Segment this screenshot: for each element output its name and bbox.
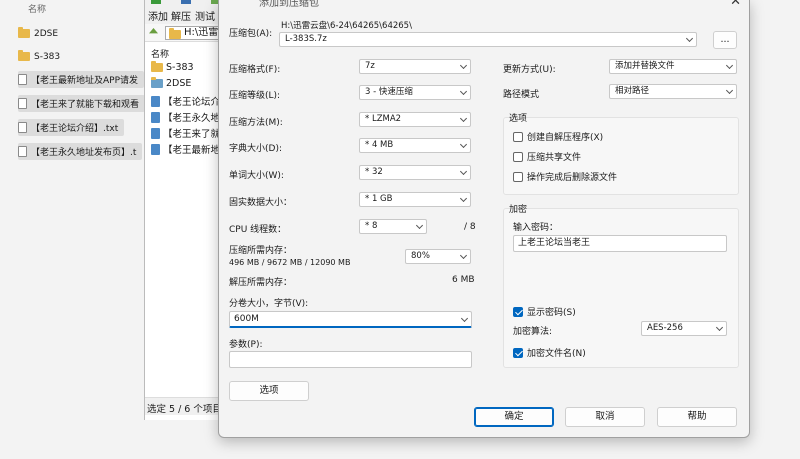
enc-method-label: 加密算法: [513,327,553,337]
list-item[interactable]: 【老王论坛介绍】.txt [18,119,125,136]
split-label: 分卷大小，字节(V): [229,299,309,309]
path-select[interactable]: 相对路径 [609,84,737,99]
path-label: 路径模式 [503,90,540,100]
mem-comp-detail: 496 MB / 9672 MB / 12090 MB [229,258,351,267]
update-label: 更新方式(U): [503,65,556,75]
folder-icon [18,27,30,38]
update-select[interactable]: 添加并替换文件 [609,59,737,74]
test-button[interactable]: 测试 [195,8,215,23]
chevron-down-icon [459,114,468,123]
browse-button[interactable]: ... [713,31,737,49]
options-group-title: 选项 [509,114,528,124]
document-icon [151,111,160,123]
mem-decomp-value: 6 MB [452,275,475,285]
list-item[interactable]: S-383 [151,61,194,73]
show-password-checkbox[interactable]: 显示密码(S) [513,305,576,318]
column-header-name[interactable]: 名称 [151,47,169,60]
mem-decomp-label: 解压所需内存： [229,278,293,288]
add-icon[interactable] [151,0,161,4]
document-icon [151,95,160,107]
cpu-label: CPU 线程数： [229,225,287,235]
add-button[interactable]: 添加 [148,8,168,23]
list-item[interactable]: 【老王论坛介 [151,94,220,108]
chevron-down-icon [459,167,468,176]
dict-label: 字典大小(D): [229,144,282,154]
list-item[interactable]: 2DSE [18,25,58,42]
explorer-window: 名称 2DSE S-383 【老王最新地址及APP请发 【老王来了就能下载和观看… [0,0,150,459]
folder-icon [169,28,181,39]
chevron-down-icon [725,61,734,70]
document-icon [151,143,160,155]
chevron-down-icon [459,251,468,260]
ok-button[interactable]: 确定 [474,407,554,427]
method-select[interactable]: * LZMA2 [359,112,471,127]
password-label: 输入密码： [513,223,559,233]
up-folder-icon[interactable] [149,28,158,34]
close-icon[interactable]: ✕ [730,0,741,9]
chevron-down-icon [725,86,734,95]
chevron-down-icon [715,323,724,332]
solid-select[interactable]: * 1 GB [359,192,471,207]
extract-button[interactable]: 解压 [171,8,191,23]
word-select[interactable]: * 32 [359,165,471,180]
text-file-icon [18,74,27,85]
cancel-button[interactable]: 取消 [565,407,645,427]
document-icon [151,127,160,139]
chevron-down-icon [459,61,468,70]
list-item[interactable]: 【老王最新地址及APP请发 [18,71,145,88]
list-item[interactable]: S-383 [18,48,60,65]
mem-percent-select[interactable]: 80% [405,249,471,264]
list-item[interactable]: 2DSE [151,77,191,89]
archive-name-input[interactable]: L-383S.7z [279,32,697,47]
archive-path: H:\迅雷云盘\6-24\64265\64265\ [281,21,412,31]
sfx-checkbox[interactable]: 创建自解压程序(X) [513,130,603,143]
list-item[interactable]: 【老王来了就能下载和观看 [18,95,146,112]
options-button[interactable]: 选项 [229,381,309,401]
chevron-down-icon [459,194,468,203]
encryption-group-title: 加密 [509,205,528,215]
level-label: 压缩等级(L): [229,91,281,101]
chevron-down-icon [459,87,468,96]
list-item[interactable]: 【老王永久地址发布页】.t [18,143,143,160]
shared-files-checkbox[interactable]: 压缩共享文件 [513,150,581,163]
list-item[interactable]: 【老王来了就 [151,126,220,140]
archive-label: 压缩包(A): [229,29,273,39]
params-input[interactable] [229,351,472,368]
split-input[interactable]: 600M [229,311,472,328]
extract-icon[interactable] [181,0,191,4]
enc-method-select[interactable]: AES-256 [641,321,727,336]
mem-comp-label: 压缩所需内存： [229,246,293,256]
cpu-select[interactable]: * 8 [359,219,427,234]
text-file-icon [18,98,27,109]
text-file-icon [18,122,27,133]
folder-icon [151,77,163,88]
folder-icon [151,61,163,72]
list-item[interactable]: 【老王永久地 [151,110,220,124]
column-header-name[interactable]: 名称 [28,2,46,15]
format-label: 压缩格式(F): [229,65,281,75]
solid-label: 固实数据大小： [229,198,293,208]
folder-icon [18,50,30,61]
word-label: 单词大小(W): [229,171,284,181]
dialog-title: 添加到压缩包 [259,0,319,9]
cpu-max: / 8 [464,222,476,232]
chevron-down-icon [415,221,424,230]
chevron-down-icon [460,314,469,323]
password-input[interactable]: 上老王论坛当老王 [513,235,727,252]
encrypt-names-checkbox[interactable]: 加密文件名(N) [513,346,586,359]
delete-source-checkbox[interactable]: 操作完成后删除源文件 [513,170,617,183]
help-button[interactable]: 帮助 [657,407,737,427]
format-select[interactable]: 7z [359,59,471,74]
dict-select[interactable]: * 4 MB [359,138,471,153]
add-to-archive-dialog: 添加到压缩包 ✕ 压缩包(A): H:\迅雷云盘\6-24\64265\6426… [218,0,750,438]
chevron-down-icon [459,140,468,149]
level-select[interactable]: 3 - 快速压缩 [359,85,471,100]
chevron-down-icon [685,34,694,43]
method-label: 压缩方法(M): [229,118,283,128]
text-file-icon [18,146,27,157]
list-item[interactable]: 【老王最新地 [151,142,220,156]
params-label: 参数(P): [229,340,263,350]
